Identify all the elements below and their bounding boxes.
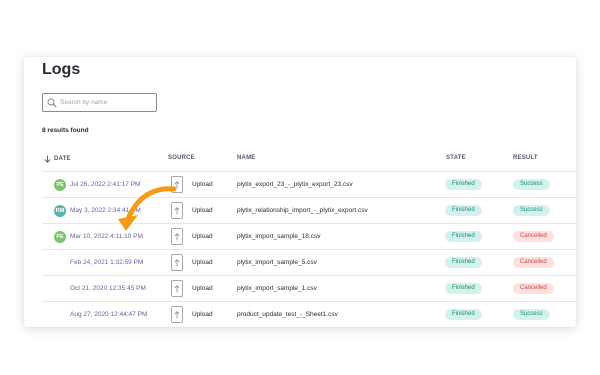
- table-row[interactable]: RM May 3, 2022 2:34:41 PM Upload plytix_…: [42, 198, 576, 224]
- result-badge: Success: [513, 205, 550, 216]
- logs-card: Logs 8 results found DATE SOURCE NAME ST…: [24, 57, 576, 327]
- search-box[interactable]: [42, 93, 157, 112]
- result-badge: Success: [513, 309, 550, 320]
- log-name: plytix_import_sample_18.csv: [237, 233, 321, 240]
- result-badge: Cancelled: [513, 231, 554, 242]
- state-badge: Finished: [445, 257, 482, 268]
- log-date[interactable]: Oct 21, 2020 12:35:45 PM: [70, 285, 146, 292]
- log-source-cell: Upload: [171, 302, 213, 327]
- log-source: Upload: [192, 311, 213, 318]
- log-date[interactable]: Mar 10, 2022 4:11:19 PM: [70, 233, 143, 240]
- table-row[interactable]: PE Mar 10, 2022 4:11:19 PM Upload plytix…: [42, 224, 576, 250]
- log-name: plytix_relationship_import_-_plytix_expo…: [237, 207, 368, 214]
- avatar: PE: [54, 230, 66, 243]
- log-state-cell: Finished: [445, 172, 482, 197]
- column-header-name[interactable]: NAME: [237, 155, 255, 161]
- log-date[interactable]: May 3, 2022 2:34:41 PM: [70, 207, 141, 214]
- results-count: 8 results found: [42, 127, 89, 134]
- log-name: product_update_test_-_Sheet1.csv: [237, 311, 338, 318]
- log-state-cell: Finished: [445, 250, 482, 275]
- log-source: Upload: [192, 207, 213, 214]
- log-name: plytix_import_sample_5.csv: [237, 259, 317, 266]
- log-result-cell: Cancelled: [513, 250, 554, 275]
- log-date-cell[interactable]: PE Jul 26, 2022 2:41:17 PM: [54, 172, 140, 197]
- log-state-cell: Finished: [445, 198, 482, 223]
- sort-down-arrow-icon: [44, 155, 51, 163]
- log-source-cell: Upload: [171, 250, 213, 275]
- column-header-state[interactable]: STATE: [446, 155, 466, 161]
- log-state-cell: Finished: [445, 302, 482, 327]
- result-badge: Cancelled: [513, 257, 554, 268]
- column-header-result[interactable]: RESULT: [513, 155, 538, 161]
- result-badge: Success: [513, 179, 550, 190]
- upload-file-icon: [171, 176, 183, 193]
- search-input[interactable]: [60, 99, 150, 106]
- table-row[interactable]: Feb 24, 2021 1:32:59 PM Upload plytix_im…: [42, 250, 576, 276]
- log-date-cell[interactable]: PE Mar 10, 2022 4:11:19 PM: [54, 224, 143, 249]
- upload-file-icon: [171, 254, 183, 271]
- log-source-cell: Upload: [171, 224, 213, 249]
- log-result-cell: Success: [513, 302, 550, 327]
- search-icon: [47, 98, 57, 108]
- log-source: Upload: [192, 181, 213, 188]
- log-source: Upload: [192, 285, 213, 292]
- page-title: Logs: [42, 61, 81, 78]
- log-source: Upload: [192, 259, 213, 266]
- log-result-cell: Cancelled: [513, 224, 554, 249]
- upload-file-icon: [171, 306, 183, 323]
- state-badge: Finished: [445, 205, 482, 216]
- log-date[interactable]: Aug 27, 2020 12:44:47 PM: [70, 311, 147, 318]
- log-date-cell[interactable]: Aug 27, 2020 12:44:47 PM: [54, 302, 147, 327]
- log-state-cell: Finished: [445, 276, 482, 301]
- log-result-cell: Success: [513, 172, 550, 197]
- column-header-date[interactable]: DATE: [44, 155, 71, 163]
- log-date-cell[interactable]: Feb 24, 2021 1:32:59 PM: [54, 250, 143, 275]
- log-date[interactable]: Feb 24, 2021 1:32:59 PM: [70, 259, 143, 266]
- log-source-cell: Upload: [171, 276, 213, 301]
- table-row[interactable]: Oct 21, 2020 12:35:45 PM Upload plytix_i…: [42, 276, 576, 302]
- state-badge: Finished: [445, 283, 482, 294]
- upload-file-icon: [171, 202, 183, 219]
- log-date-cell[interactable]: Oct 21, 2020 12:35:45 PM: [54, 276, 146, 301]
- log-date-cell[interactable]: RM May 3, 2022 2:34:41 PM: [54, 198, 141, 223]
- state-badge: Finished: [445, 231, 482, 242]
- column-header-source[interactable]: SOURCE: [168, 155, 195, 161]
- log-date[interactable]: Jul 26, 2022 2:41:17 PM: [70, 181, 140, 188]
- log-source-cell: Upload: [171, 198, 213, 223]
- upload-file-icon: [171, 280, 183, 297]
- log-name: plytix_export_23_-_plytix_export_23.csv: [237, 181, 353, 188]
- log-state-cell: Finished: [445, 224, 482, 249]
- table-row[interactable]: Aug 27, 2020 12:44:47 PM Upload product_…: [42, 302, 576, 327]
- log-source: Upload: [192, 233, 213, 240]
- state-badge: Finished: [445, 309, 482, 320]
- column-header-date-label: DATE: [54, 156, 71, 162]
- log-result-cell: Cancelled: [513, 276, 554, 301]
- avatar: RM: [54, 204, 66, 217]
- upload-file-icon: [171, 228, 183, 245]
- table-row[interactable]: PE Jul 26, 2022 2:41:17 PM Upload plytix…: [42, 172, 576, 198]
- result-badge: Cancelled: [513, 283, 554, 294]
- log-name: plytix_import_sample_1.csv: [237, 285, 317, 292]
- log-source-cell: Upload: [171, 172, 213, 197]
- state-badge: Finished: [445, 179, 482, 190]
- log-result-cell: Success: [513, 198, 550, 223]
- avatar: PE: [54, 178, 66, 191]
